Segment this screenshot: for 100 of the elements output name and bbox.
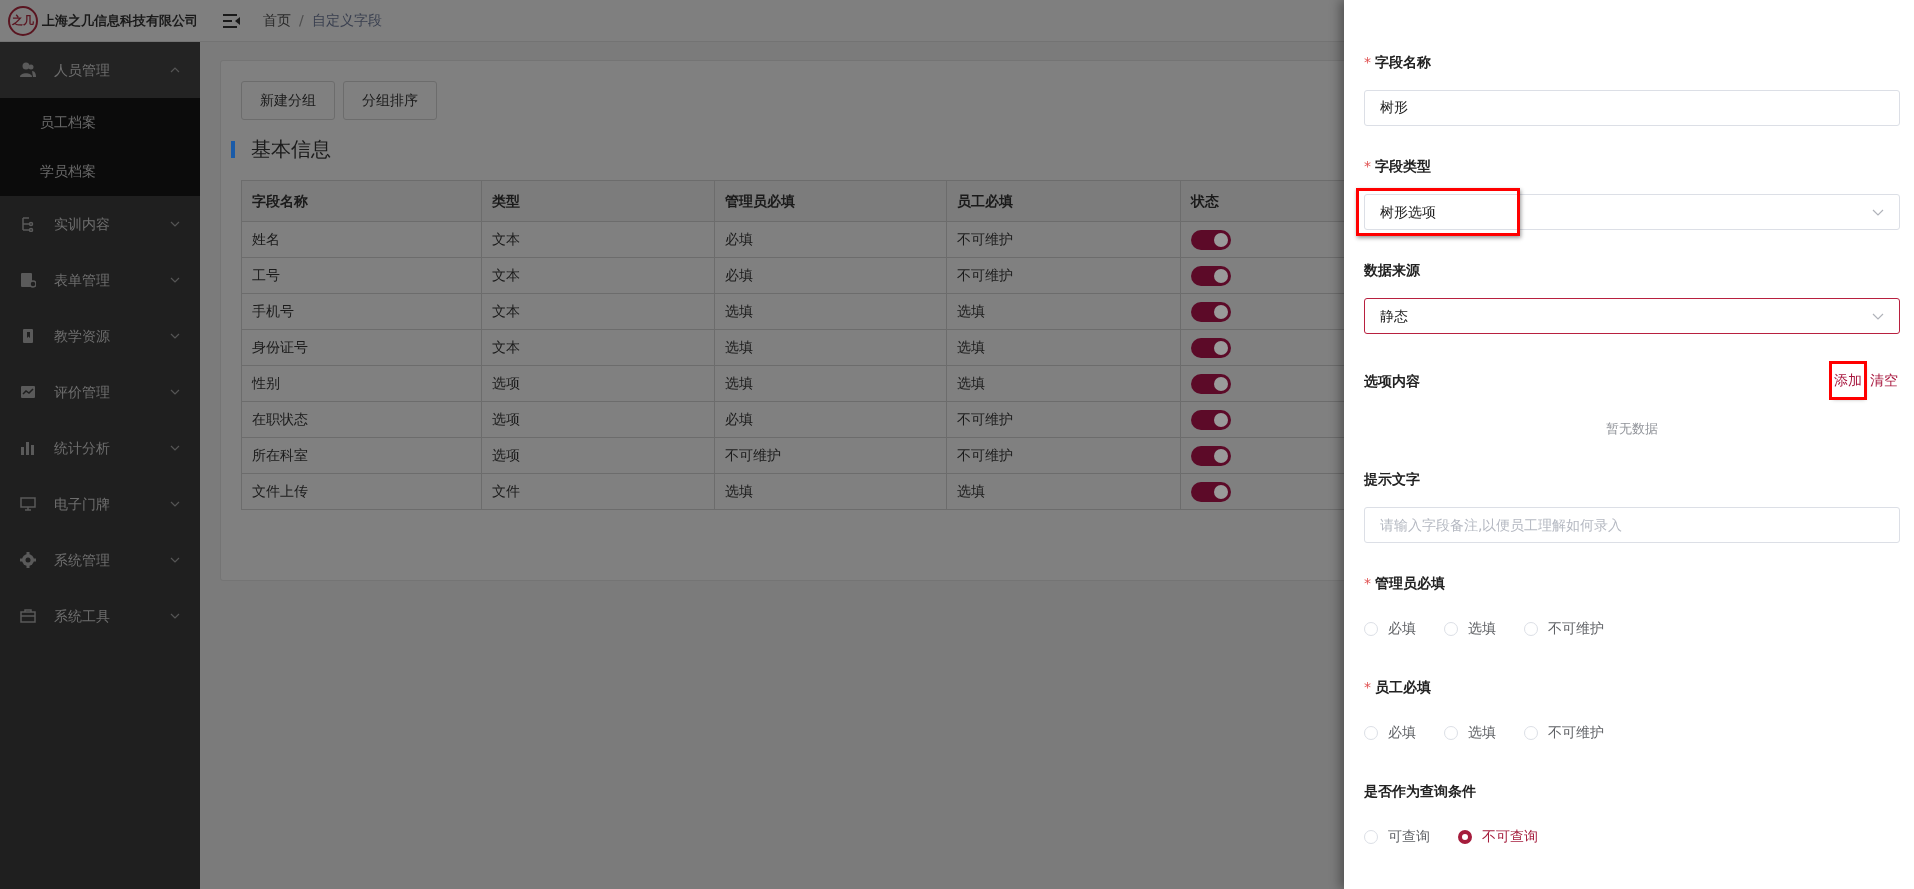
- table-cell: 选填: [946, 473, 1181, 510]
- status-toggle[interactable]: [1190, 410, 1231, 430]
- sidebar-item[interactable]: 统计分析: [54, 437, 170, 459]
- submenu-item[interactable]: 学员档案: [40, 161, 96, 182]
- required-mark: *: [1364, 54, 1371, 70]
- table-cell: 不可维护: [946, 221, 1181, 258]
- radio-label: 可查询: [1388, 827, 1430, 846]
- field-label: 是否作为查询条件: [1364, 781, 1476, 801]
- status-toggle[interactable]: [1190, 338, 1231, 358]
- group-button[interactable]: 分组排序: [343, 81, 437, 120]
- table-cell: 手机号: [241, 293, 482, 330]
- radio-label: 选填: [1468, 723, 1496, 742]
- section-marker: [231, 140, 235, 158]
- sidebar-item[interactable]: 电子门牌: [54, 493, 170, 515]
- table-cell: 姓名: [241, 221, 482, 258]
- column-header: 员工必填: [946, 180, 1181, 222]
- radio-label: 不可维护: [1548, 619, 1604, 638]
- column-header: 类型: [481, 180, 715, 222]
- table-cell: 选项: [481, 437, 715, 474]
- radio-label: 选填: [1468, 619, 1496, 638]
- table-cell: 选项: [481, 401, 715, 438]
- group-button[interactable]: 新建分组: [241, 81, 335, 120]
- breadcrumb-link[interactable]: 首页: [263, 10, 291, 31]
- radio-label: 必填: [1388, 723, 1416, 742]
- table-cell: 在职状态: [241, 401, 482, 438]
- menu-fold-icon[interactable]: [223, 12, 241, 29]
- breadcrumb-separator: /: [299, 11, 304, 30]
- field-label: 选项内容: [1364, 371, 1420, 391]
- required-mark: *: [1364, 678, 1371, 695]
- person-icon: [20, 62, 36, 78]
- table-cell: 选填: [946, 365, 1181, 402]
- radio-label: 不可查询: [1482, 827, 1538, 846]
- sidebar-item[interactable]: 评价管理: [54, 381, 170, 403]
- table-cell: 文件上传: [241, 473, 482, 510]
- table-cell: 选填: [946, 329, 1181, 366]
- field-label: 员工必填: [1375, 678, 1431, 695]
- table-cell: 不可维护: [714, 437, 947, 474]
- status-toggle[interactable]: [1190, 374, 1231, 394]
- radio-label: 不可维护: [1548, 723, 1604, 742]
- table-cell: 性别: [241, 365, 482, 402]
- sidebar-item[interactable]: 实训内容: [54, 213, 170, 235]
- table-cell: 选填: [714, 329, 947, 366]
- sidebar-item[interactable]: 表单管理: [54, 269, 170, 291]
- bar-chart-icon: [20, 440, 36, 456]
- text-field[interactable]: 请输入字段备注,以便员工理解如何录入: [1364, 506, 1900, 543]
- table-cell: 文本: [481, 293, 715, 330]
- table-cell: 不可维护: [946, 401, 1181, 438]
- status-toggle[interactable]: [1190, 446, 1231, 466]
- table-cell: 必填: [714, 401, 947, 438]
- book-icon: [20, 328, 36, 344]
- table-cell: 不可维护: [946, 437, 1181, 474]
- sidebar-item[interactable]: 教学资源: [54, 325, 170, 347]
- submenu-item[interactable]: 员工档案: [40, 112, 96, 133]
- breadcrumb-current: 自定义字段: [311, 11, 382, 30]
- sidebar-item[interactable]: 系统管理: [54, 549, 170, 571]
- section-title: 基本信息: [251, 136, 331, 163]
- chevron-down-icon: [1872, 208, 1884, 216]
- table-cell: 工号: [241, 257, 482, 294]
- briefcase-icon: [20, 608, 36, 624]
- table-cell: 必填: [714, 257, 947, 294]
- settings-icon: [20, 552, 36, 568]
- action-link[interactable]: 清空: [1868, 364, 1900, 397]
- table-cell: 选填: [714, 473, 947, 510]
- select-field[interactable]: 树形选项: [1364, 194, 1900, 230]
- table-cell: 文本: [481, 257, 715, 294]
- table-cell: 所在科室: [241, 437, 482, 474]
- table-cell: 选填: [946, 293, 1181, 330]
- table-cell: 文本: [481, 329, 715, 366]
- status-toggle[interactable]: [1190, 302, 1231, 322]
- column-header: 管理员必填: [714, 180, 947, 222]
- text-field[interactable]: 树形: [1364, 90, 1900, 126]
- field-label: 数据来源: [1364, 261, 1420, 280]
- table-cell: 选填: [714, 365, 947, 402]
- table-cell: 身份证号: [241, 329, 482, 366]
- company-name: 上海之几信息科技有限公司: [42, 11, 198, 30]
- status-toggle[interactable]: [1190, 482, 1231, 502]
- tree-icon: [20, 216, 36, 232]
- form-icon: [20, 272, 36, 288]
- column-header: 字段名称: [241, 180, 482, 222]
- table-cell: 必填: [714, 221, 947, 258]
- field-label: 字段名称: [1375, 54, 1431, 70]
- sidebar-item[interactable]: 系统工具: [54, 605, 170, 627]
- field-label: 提示文字: [1364, 469, 1420, 489]
- table-cell: 文本: [481, 221, 715, 258]
- logo: 之几: [8, 5, 38, 36]
- select-field[interactable]: 静态: [1364, 298, 1900, 334]
- empty-text: 暂无数据: [1605, 420, 1659, 438]
- status-toggle[interactable]: [1190, 230, 1231, 250]
- field-label: 字段类型: [1375, 158, 1431, 174]
- chart-card-icon: [20, 384, 36, 400]
- chevron-down-icon: [1872, 312, 1884, 320]
- required-mark: *: [1364, 574, 1371, 591]
- radio-label: 必填: [1388, 619, 1416, 638]
- action-link[interactable]: 添加: [1832, 364, 1864, 397]
- status-toggle[interactable]: [1190, 266, 1231, 286]
- table-cell: 文件: [481, 473, 715, 510]
- field-label: 管理员必填: [1375, 574, 1445, 591]
- monitor-icon: [20, 496, 36, 512]
- table-cell: 选填: [714, 293, 947, 330]
- radio-button[interactable]: [1458, 829, 1472, 844]
